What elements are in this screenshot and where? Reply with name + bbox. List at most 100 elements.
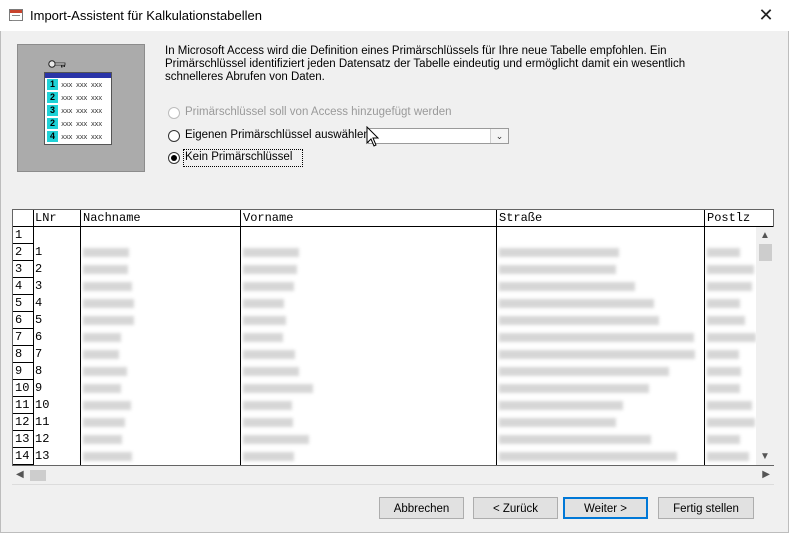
lnr-column: 1 2 3 4 5 6 7 8 9 10 11 12 13 xyxy=(33,227,81,465)
cell-lnr: 4 xyxy=(35,296,43,310)
redacted-cell xyxy=(243,316,286,325)
option-own-key-label: Eigenen Primärschlüssel auswählen xyxy=(185,129,370,141)
redacted-cell xyxy=(499,401,623,410)
radio-no-key[interactable] xyxy=(168,152,180,164)
separator xyxy=(12,484,774,485)
redacted-cell xyxy=(499,418,616,427)
row-number[interactable]: 1 xyxy=(13,227,33,244)
cell-lnr: 8 xyxy=(35,364,43,378)
column-header-nachname[interactable]: Nachname xyxy=(81,210,241,227)
option-no-key-label: Kein Primärschlüssel xyxy=(185,151,293,163)
redacted-cell xyxy=(707,452,749,461)
cell-lnr: 6 xyxy=(35,330,43,344)
redacted-cell xyxy=(243,248,299,257)
cell-lnr: 11 xyxy=(35,415,50,429)
row-number[interactable]: 7 xyxy=(13,329,33,346)
illus-cell-text: xxx xxx xxx xyxy=(61,119,102,128)
redacted-cell xyxy=(707,435,740,444)
redacted-cell xyxy=(707,333,756,342)
primary-key-field-combobox[interactable]: ⌄ xyxy=(368,128,509,144)
illus-row-number: 1 xyxy=(47,79,58,90)
redacted-cell xyxy=(499,384,649,393)
row-number-column: 1 2 3 4 5 6 7 8 9 10 11 12 13 14 xyxy=(13,227,33,465)
cell-lnr: 13 xyxy=(35,449,50,463)
illus-cell-text: xxx xxx xxx xyxy=(61,80,102,89)
radio-own-key[interactable] xyxy=(168,130,180,142)
row-number[interactable]: 2 xyxy=(13,244,33,261)
redacted-cell xyxy=(243,299,284,308)
horizontal-scrollbar[interactable]: ◀ ▶ xyxy=(12,467,774,484)
redacted-cell xyxy=(707,316,745,325)
redacted-cell xyxy=(83,418,125,427)
redacted-cell xyxy=(499,333,694,342)
close-button[interactable]: ✕ xyxy=(743,0,789,31)
redacted-cell xyxy=(707,401,752,410)
redacted-cell xyxy=(83,282,132,291)
vertical-scroll-thumb[interactable] xyxy=(759,244,772,261)
redacted-cell xyxy=(499,316,659,325)
redacted-cell xyxy=(707,248,740,257)
scroll-right-icon[interactable]: ▶ xyxy=(762,469,770,480)
row-number[interactable]: 9 xyxy=(13,363,33,380)
redacted-cell xyxy=(499,435,651,444)
horizontal-scroll-thumb[interactable] xyxy=(30,470,46,481)
row-number[interactable]: 6 xyxy=(13,312,33,329)
scroll-down-icon[interactable]: ▼ xyxy=(760,451,770,462)
redacted-cell xyxy=(243,350,295,359)
row-number[interactable]: 12 xyxy=(13,414,33,431)
cell-lnr: 12 xyxy=(35,432,50,446)
redacted-cell xyxy=(707,282,752,291)
row-number[interactable]: 14 xyxy=(13,448,33,465)
redacted-cell xyxy=(83,316,134,325)
redacted-cell xyxy=(243,401,292,410)
redacted-cell xyxy=(83,367,127,376)
illus-cell-text: xxx xxx xxx xyxy=(61,93,102,102)
scroll-up-icon[interactable]: ▲ xyxy=(760,230,770,241)
cell-lnr: 9 xyxy=(35,381,43,395)
row-number[interactable]: 13 xyxy=(13,431,33,448)
primary-key-illustration: 1 xxx xxx xxx 2 xxx xxx xxx 3 xxx xxx xxx 2… xyxy=(17,44,145,172)
vertical-scrollbar[interactable]: ▲ ▼ xyxy=(756,227,774,465)
illus-row-number: 2 xyxy=(47,92,58,103)
cell-lnr: 7 xyxy=(35,347,43,361)
redacted-cell xyxy=(707,350,739,359)
redacted-cell xyxy=(83,333,121,342)
cell-lnr: 5 xyxy=(35,313,43,327)
redacted-cell xyxy=(243,452,294,461)
next-button[interactable]: Weiter > xyxy=(563,497,648,519)
redacted-cell xyxy=(83,248,129,257)
redacted-cell xyxy=(707,418,755,427)
key-icon xyxy=(48,60,66,68)
column-header-strasse[interactable]: Straße xyxy=(497,210,705,227)
redacted-cell xyxy=(243,282,294,291)
row-number[interactable]: 10 xyxy=(13,380,33,397)
row-number[interactable]: 3 xyxy=(13,261,33,278)
redacted-cell xyxy=(707,265,754,274)
back-button[interactable]: < Zurück xyxy=(473,497,558,519)
redacted-cell xyxy=(499,299,654,308)
row-number[interactable]: 11 xyxy=(13,397,33,414)
description-text: In Microsoft Access wird die Definition … xyxy=(165,45,686,83)
redacted-cell xyxy=(243,367,299,376)
column-header-vorname[interactable]: Vorname xyxy=(241,210,497,227)
illus-row-number: 4 xyxy=(47,131,58,142)
radio-access-key[interactable] xyxy=(168,107,180,119)
scroll-left-icon[interactable]: ◀ xyxy=(16,469,24,480)
redacted-cell xyxy=(83,401,131,410)
column-header-lnr[interactable]: LNr xyxy=(33,210,81,227)
column-header-postlz[interactable]: Postlz xyxy=(705,210,773,227)
row-number[interactable]: 4 xyxy=(13,278,33,295)
finish-button[interactable]: Fertig stellen xyxy=(658,497,754,519)
redacted-cell xyxy=(83,384,121,393)
redacted-cell xyxy=(83,435,122,444)
redacted-cell xyxy=(707,367,741,376)
redacted-cell xyxy=(499,350,695,359)
row-number[interactable]: 8 xyxy=(13,346,33,363)
cancel-button[interactable]: Abbrechen xyxy=(379,497,464,519)
illus-row-number: 2 xyxy=(47,118,58,129)
row-number[interactable]: 5 xyxy=(13,295,33,312)
chevron-down-icon[interactable]: ⌄ xyxy=(490,129,508,143)
data-preview-grid[interactable]: LNr Nachname Vorname Straße Postlz 1 2 3… xyxy=(12,209,774,466)
redacted-cell xyxy=(499,367,669,376)
redacted-cell xyxy=(499,282,635,291)
